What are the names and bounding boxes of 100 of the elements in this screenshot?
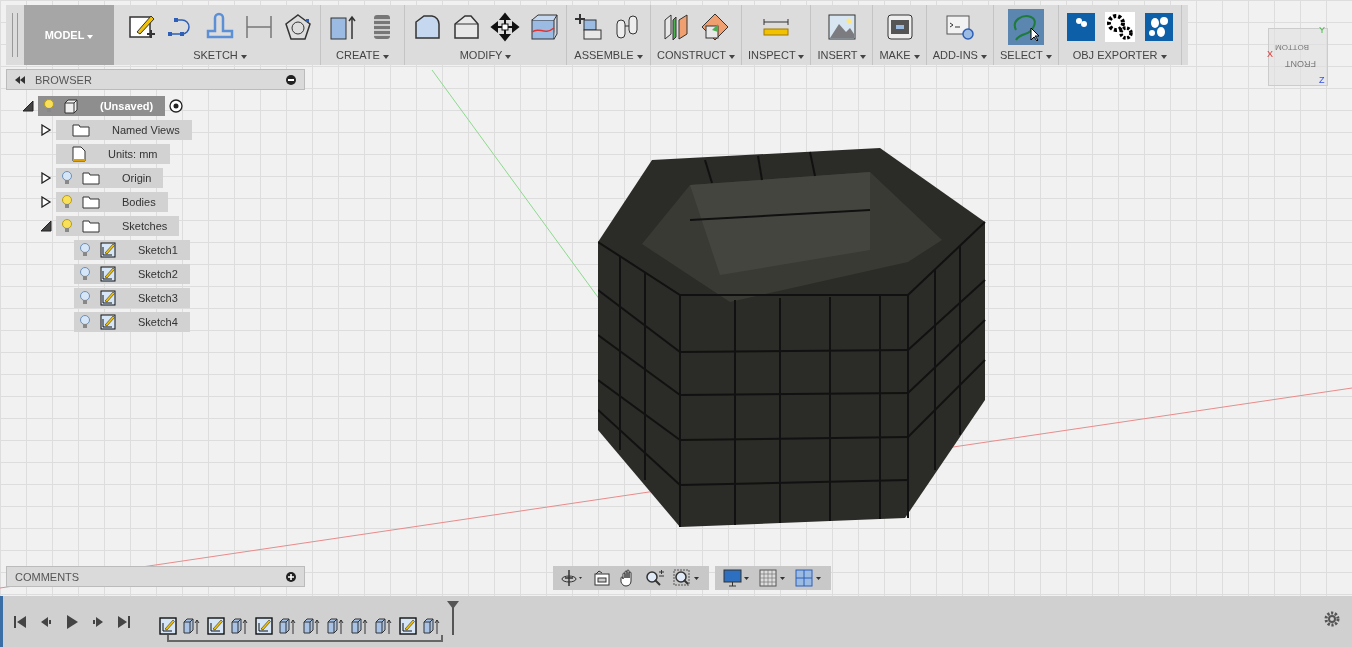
sketch-feature-icon[interactable] [159, 617, 177, 635]
cube-icon [64, 98, 78, 114]
active-tool-button[interactable] [1007, 9, 1044, 45]
toolbar-group-menu[interactable]: INSERT [815, 49, 869, 61]
document-icon [72, 146, 86, 162]
sketch-pencil-icon [100, 242, 116, 258]
pentagon-icon [283, 12, 313, 42]
tree-item[interactable]: Sketch2 [74, 264, 190, 284]
expand-toggle-icon[interactable] [40, 220, 52, 232]
toolbar-group-menu[interactable]: MODIFY [457, 49, 514, 61]
extrude-feature-icon[interactable] [303, 617, 321, 635]
lit-bulb-icon[interactable] [62, 195, 72, 209]
toolbar-group-menu[interactable]: CONSTRUCT [655, 49, 737, 61]
expand-toggle-icon[interactable] [40, 172, 52, 184]
tree-item[interactable]: Sketches [56, 216, 180, 236]
expand-toggle-icon[interactable] [40, 196, 52, 208]
step-forward-icon[interactable] [91, 614, 105, 629]
angled-plane-icon [700, 12, 731, 42]
plus-icon[interactable] [286, 571, 296, 582]
caret-icon [980, 55, 987, 59]
extrude-feature-icon[interactable] [231, 617, 249, 635]
step-back-icon[interactable] [39, 614, 53, 629]
extrude-feature-icon[interactable] [327, 617, 345, 635]
folder-icon [82, 171, 100, 185]
zoom-icon[interactable] [645, 569, 665, 587]
settings-icon[interactable] [1324, 611, 1340, 627]
caret-icon [913, 55, 920, 59]
toolbar-group-menu[interactable]: ASSEMBLE [572, 49, 645, 61]
toolbar-group-menu[interactable]: INSPECT [745, 49, 807, 61]
tree-item[interactable]: Sketch1 [74, 240, 190, 260]
collapse-icon[interactable] [15, 75, 25, 84]
move-arrows-icon [490, 12, 520, 42]
lit-bulb-icon[interactable] [62, 219, 72, 233]
extrude-feature-icon[interactable] [279, 617, 297, 635]
toolbar-group-menu[interactable]: SELECT [997, 49, 1054, 61]
extrude-feature-icon[interactable] [351, 617, 369, 635]
toolbar-group-menu[interactable]: MAKE [877, 49, 922, 61]
unlit-bulb-icon[interactable] [80, 315, 90, 329]
rounded-cube-icon [412, 12, 442, 42]
printer-icon [884, 12, 915, 42]
expand-toggle-icon[interactable] [22, 100, 34, 112]
extrude-feature-icon[interactable] [423, 617, 441, 635]
monitor-icon[interactable] [723, 569, 751, 587]
orbit-icon[interactable] [561, 569, 585, 587]
caret-icon [240, 55, 247, 59]
toolbar-group-menu[interactable]: SKETCH [191, 49, 249, 61]
last-frame-icon[interactable] [117, 614, 131, 629]
grid-icon[interactable] [759, 569, 787, 587]
split-cube-icon [529, 12, 559, 42]
look-at-icon[interactable] [593, 569, 611, 587]
toolbar-group-menu[interactable]: OBJ EXPORTER [1070, 49, 1169, 61]
unlit-bulb-icon[interactable] [62, 171, 72, 185]
caret-icon [505, 55, 512, 59]
tree-item[interactable]: Units: mm [56, 144, 170, 164]
folder-icon [82, 195, 100, 209]
panel-title: COMMENTS [15, 570, 80, 583]
unlit-bulb-icon[interactable] [80, 243, 90, 257]
folder-icon [82, 219, 100, 233]
caret-icon [728, 55, 735, 59]
panel-title: BROWSER [35, 73, 92, 86]
caret-icon [382, 55, 389, 59]
sketch-feature-icon[interactable] [255, 617, 273, 635]
extrude-feature-icon[interactable] [375, 617, 393, 635]
tree-item[interactable]: Sketch4 [74, 312, 190, 332]
tree-item[interactable]: Sketch3 [74, 288, 190, 308]
caret-icon [860, 55, 867, 59]
cube-face-label: BOTTOM [1275, 43, 1310, 52]
cube-face-label: FRONT [1285, 59, 1316, 69]
cubes-plus-icon [574, 12, 604, 42]
toolbar-group-menu[interactable]: CREATE [334, 49, 391, 61]
extrude-feature-icon[interactable] [183, 617, 201, 635]
viewports-icon[interactable] [795, 569, 823, 587]
expand-toggle-icon[interactable] [40, 124, 52, 136]
caret-icon [1045, 55, 1052, 59]
minus-icon[interactable] [286, 74, 296, 85]
lit-bulb-icon[interactable] [44, 99, 54, 113]
caret-icon [636, 55, 643, 59]
first-frame-icon[interactable] [13, 614, 27, 629]
timeline-marker-icon[interactable] [447, 601, 459, 635]
zoom-window-icon[interactable] [673, 569, 701, 587]
tree-item[interactable]: Bodies [56, 192, 168, 212]
sketch-feature-icon[interactable] [399, 617, 417, 635]
play-icon[interactable] [65, 614, 79, 629]
sketch-pencil-icon [100, 290, 116, 306]
caret-icon [87, 35, 94, 39]
activate-radio-icon[interactable] [169, 99, 184, 113]
unlit-bulb-icon[interactable] [80, 267, 90, 281]
axis-label: X [1267, 49, 1273, 59]
tree-item[interactable]: Named Views [56, 120, 192, 140]
toolbar-group-menu[interactable]: ADD-INS [930, 49, 989, 61]
axis-label: Y [1319, 25, 1325, 35]
tree-item[interactable]: Origin [56, 168, 164, 188]
sketch-feature-icon[interactable] [207, 617, 225, 635]
script-window-icon [944, 12, 975, 42]
sketch-pencil-icon [100, 266, 116, 282]
caret-icon [798, 55, 805, 59]
view-cube[interactable]: BOTTOM FRONT X Y Z [1268, 28, 1328, 86]
unlit-bulb-icon[interactable] [80, 291, 90, 305]
axis-label: Z [1319, 75, 1325, 85]
blob-icon [1143, 12, 1174, 42]
